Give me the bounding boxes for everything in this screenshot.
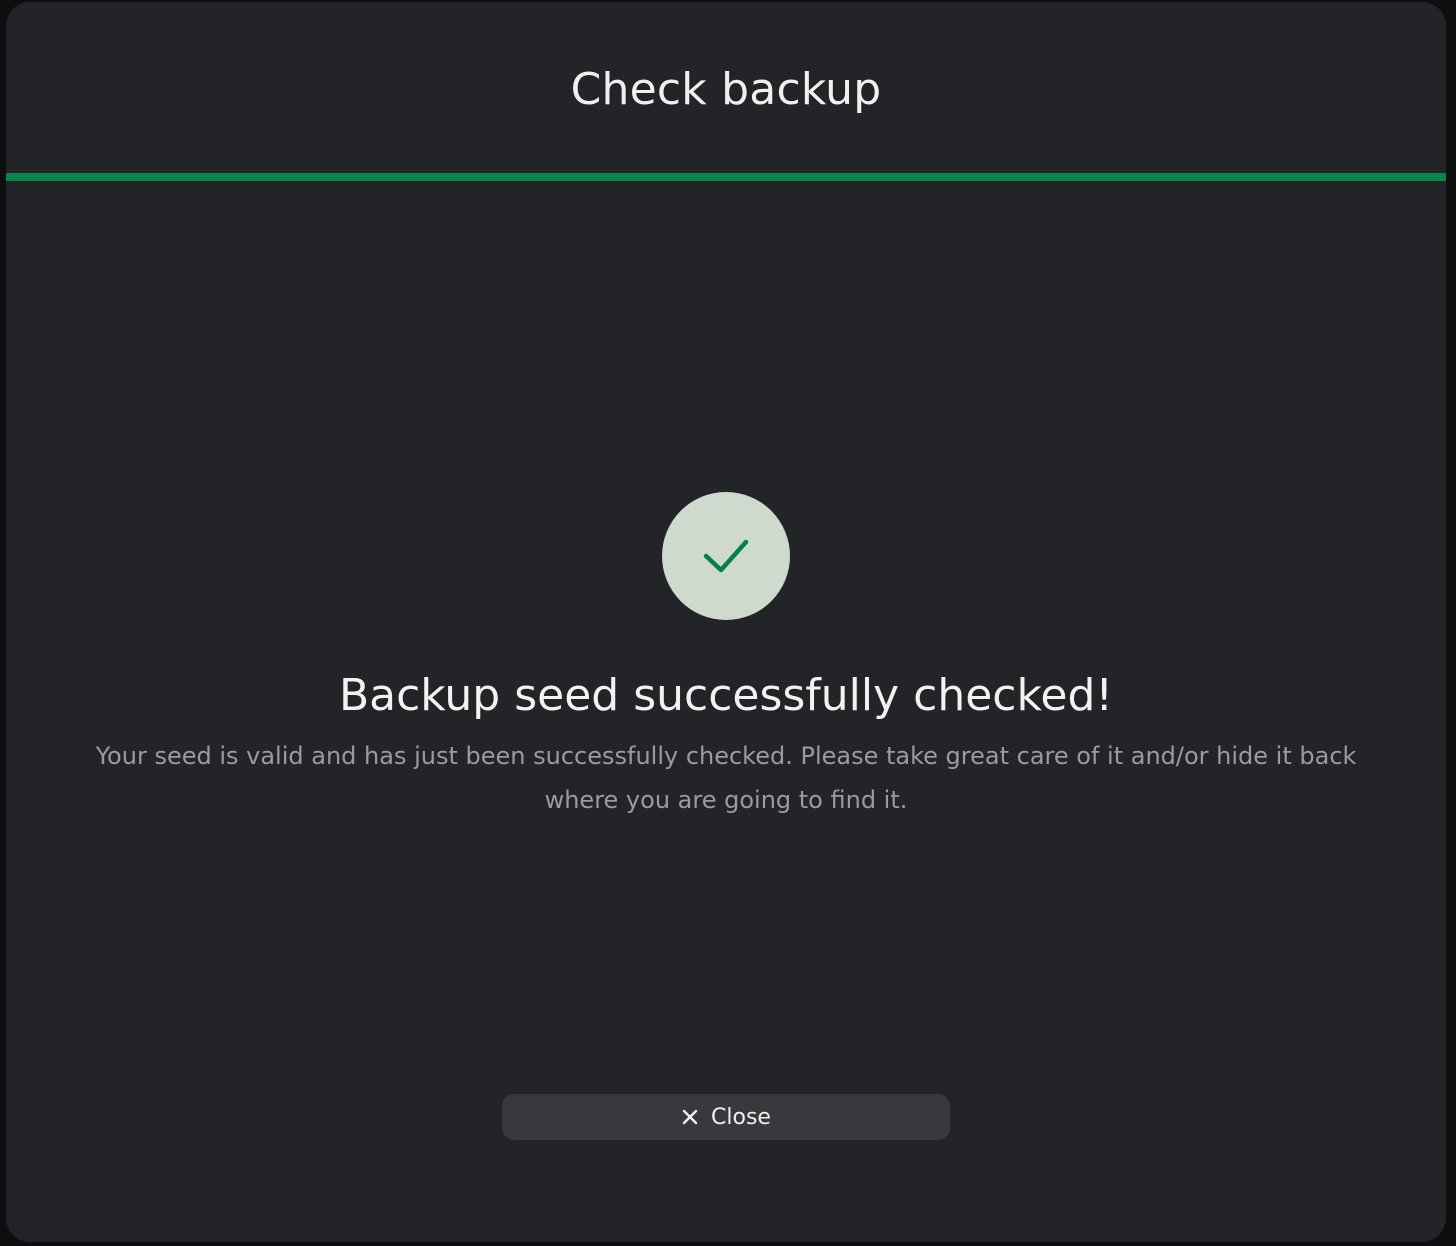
check-backup-dialog: Check backup Backup seed successfully ch…	[6, 2, 1446, 1242]
check-icon	[703, 539, 749, 573]
close-button[interactable]: Close	[502, 1094, 950, 1140]
progress-fill	[6, 173, 1446, 181]
success-badge	[662, 492, 790, 620]
success-description: Your seed is valid and has just been suc…	[95, 742, 1357, 814]
success-heading: Backup seed successfully checked!	[338, 670, 1114, 721]
dialog-title: Check backup	[570, 64, 882, 115]
close-button-label: Close	[711, 1104, 771, 1130]
progress-bar	[6, 173, 1446, 181]
close-icon	[681, 1108, 699, 1126]
dialog-header: Check backup	[6, 2, 1446, 174]
